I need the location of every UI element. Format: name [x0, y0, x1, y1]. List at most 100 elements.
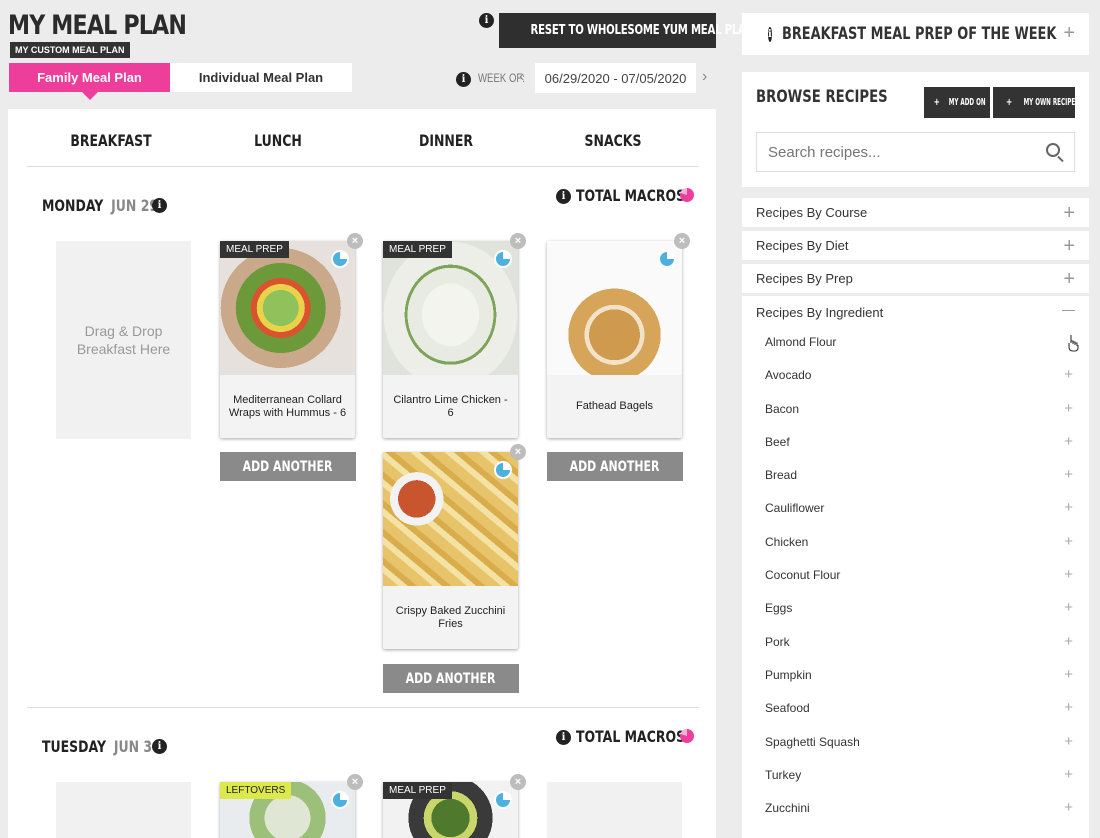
recipe-image — [383, 452, 518, 586]
ingredient-item[interactable]: Chicken — [765, 535, 808, 549]
meal-prep-tag: MEAL PREP — [220, 241, 289, 258]
close-icon[interactable]: × — [510, 444, 526, 460]
close-icon[interactable]: × — [510, 774, 526, 790]
ingredient-item[interactable]: Seafood — [765, 701, 810, 715]
macros-pie-icon[interactable] — [680, 729, 694, 743]
day-title-monday: MONDAY JUN 29 — [42, 196, 159, 215]
ingredient-item[interactable]: Pumpkin — [765, 668, 812, 682]
close-icon[interactable]: × — [510, 233, 526, 249]
divider — [27, 166, 699, 167]
recipe-card[interactable]: Crispy Baked Zucchini Fries × — [383, 444, 526, 649]
macros-pie-icon[interactable] — [680, 188, 694, 202]
recipe-name[interactable]: Crispy Baked Zucchini Fries — [383, 586, 518, 649]
column-header-breakfast: BREAKFAST — [70, 131, 152, 150]
add-another-button[interactable]: ADD ANOTHER — [220, 452, 356, 481]
minus-icon[interactable] — [1062, 310, 1075, 311]
plus-icon[interactable]: + — [1064, 400, 1073, 417]
recipe-image: LEFTOVERS — [220, 782, 355, 838]
recipe-name[interactable]: Fathead Bagels — [547, 375, 682, 438]
add-another-button[interactable]: ADD ANOTHER — [547, 452, 683, 481]
plus-icon[interactable]: + — [1064, 433, 1073, 450]
meal-prep-tag: MEAL PREP — [383, 782, 452, 799]
info-icon[interactable]: i — [456, 72, 471, 87]
info-icon[interactable]: i — [768, 26, 772, 42]
column-header-dinner: DINNER — [418, 131, 474, 150]
leftovers-tag: LEFTOVERS — [220, 782, 292, 799]
ingredient-item[interactable]: Almond Flour — [765, 335, 836, 349]
week-range-selector[interactable]: 06/29/2020 - 07/05/2020 — [535, 63, 696, 93]
breakfast-drop-zone[interactable]: Drag & Drop Breakfast Here — [56, 241, 191, 439]
ingredient-item[interactable]: Beef — [765, 435, 790, 449]
info-icon[interactable]: i — [152, 739, 167, 754]
column-header-lunch: LUNCH — [254, 131, 302, 150]
info-icon[interactable]: i — [479, 13, 494, 28]
ingredient-item[interactable]: Cauliflower — [765, 501, 824, 515]
add-another-button[interactable]: ADD ANOTHER — [383, 664, 519, 693]
plus-icon[interactable]: + — [1064, 599, 1073, 616]
ingredient-item[interactable]: Spaghetti Squash — [765, 735, 860, 749]
ingredient-header[interactable]: Recipes By Ingredient — [756, 305, 883, 320]
search-box[interactable] — [756, 132, 1075, 172]
recipe-card[interactable]: MEAL PREP Mediterranean Collard Wraps wi… — [220, 233, 363, 438]
tab-individual-meal-plan[interactable]: Individual Meal Plan — [170, 63, 352, 92]
tab-family-meal-plan[interactable]: Family Meal Plan — [9, 63, 170, 100]
my-own-recipe-button[interactable]: + MY OWN RECIPE — [993, 87, 1075, 118]
recipe-name[interactable]: Mediterranean Collard Wraps with Hummus … — [220, 375, 355, 438]
timer-icon — [331, 250, 349, 268]
info-icon[interactable]: i — [152, 198, 167, 213]
snacks-drop-zone[interactable] — [547, 782, 682, 838]
meal-prep-of-week-panel[interactable]: i BREAKFAST MEAL PREP OF THE WEEK + — [742, 13, 1089, 55]
recipe-card[interactable]: MEAL PREP Cilantro Lime Chicken - 6 × — [383, 233, 526, 438]
recipe-card[interactable]: LEFTOVERS × — [220, 774, 363, 838]
my-add-on-button[interactable]: + MY ADD ON — [924, 87, 990, 118]
info-icon[interactable]: i — [556, 730, 571, 745]
timer-icon — [494, 461, 512, 479]
info-icon[interactable]: i — [556, 189, 571, 204]
plus-icon[interactable]: + — [1063, 236, 1075, 256]
total-macros-tuesday[interactable]: TOTAL MACROS — [576, 727, 716, 746]
chevron-left-icon[interactable]: ‹ — [519, 68, 524, 86]
total-macros-monday[interactable]: TOTAL MACROS — [576, 186, 716, 205]
close-icon[interactable]: × — [347, 233, 363, 249]
plus-icon[interactable]: + — [1064, 466, 1073, 483]
plus-icon[interactable]: + — [1063, 269, 1075, 289]
category-by-diet[interactable]: Recipes By Diet + — [742, 231, 1089, 260]
recipe-name[interactable]: Cilantro Lime Chicken - 6 — [383, 375, 518, 438]
browse-recipes-title: BROWSE RECIPES — [756, 87, 888, 107]
close-icon[interactable]: × — [347, 774, 363, 790]
plus-icon[interactable]: + — [1064, 499, 1073, 516]
ingredient-item[interactable]: Pork — [765, 635, 790, 649]
plus-icon[interactable]: + — [1064, 366, 1073, 383]
chevron-right-icon[interactable]: › — [702, 68, 707, 86]
plus-icon[interactable]: + — [1064, 766, 1073, 783]
search-input[interactable] — [757, 143, 1037, 161]
plus-icon[interactable]: + — [1063, 23, 1075, 43]
ingredient-item[interactable]: Bacon — [765, 402, 799, 416]
day-title-tuesday: TUESDAY JUN 30 — [42, 737, 161, 756]
ingredient-item[interactable]: Bread — [765, 468, 797, 482]
close-icon[interactable]: × — [674, 233, 690, 249]
breakfast-drop-zone[interactable] — [56, 782, 191, 838]
plus-icon[interactable]: + — [1063, 203, 1075, 223]
search-icon[interactable] — [1046, 143, 1060, 157]
category-by-prep[interactable]: Recipes By Prep + — [742, 264, 1089, 293]
recipe-image: MEAL PREP — [383, 241, 518, 375]
plus-icon[interactable]: + — [1064, 733, 1073, 750]
plus-icon[interactable]: + — [1064, 533, 1073, 550]
plus-icon[interactable]: + — [1064, 699, 1073, 716]
category-by-course[interactable]: Recipes By Course + — [742, 198, 1089, 227]
plus-icon[interactable]: + — [1064, 666, 1073, 683]
plus-icon[interactable]: + — [1064, 633, 1073, 650]
reset-meal-plan-button[interactable]: RESET TO WHOLESOME YUM MEAL PLAN — [499, 13, 754, 48]
recipe-card[interactable]: Fathead Bagels × — [547, 233, 690, 438]
ingredient-item[interactable]: Zucchini — [765, 801, 810, 815]
plus-icon[interactable]: + — [1064, 566, 1073, 583]
ingredient-item[interactable]: Turkey — [765, 768, 801, 782]
divider — [27, 707, 699, 708]
ingredient-item[interactable]: Eggs — [765, 601, 792, 615]
ingredient-item[interactable]: Coconut Flour — [765, 568, 840, 582]
recipe-card[interactable]: MEAL PREP × — [383, 774, 526, 838]
timer-icon — [658, 250, 676, 268]
ingredient-item[interactable]: Avocado — [765, 368, 811, 382]
plus-icon[interactable]: + — [1064, 799, 1073, 816]
